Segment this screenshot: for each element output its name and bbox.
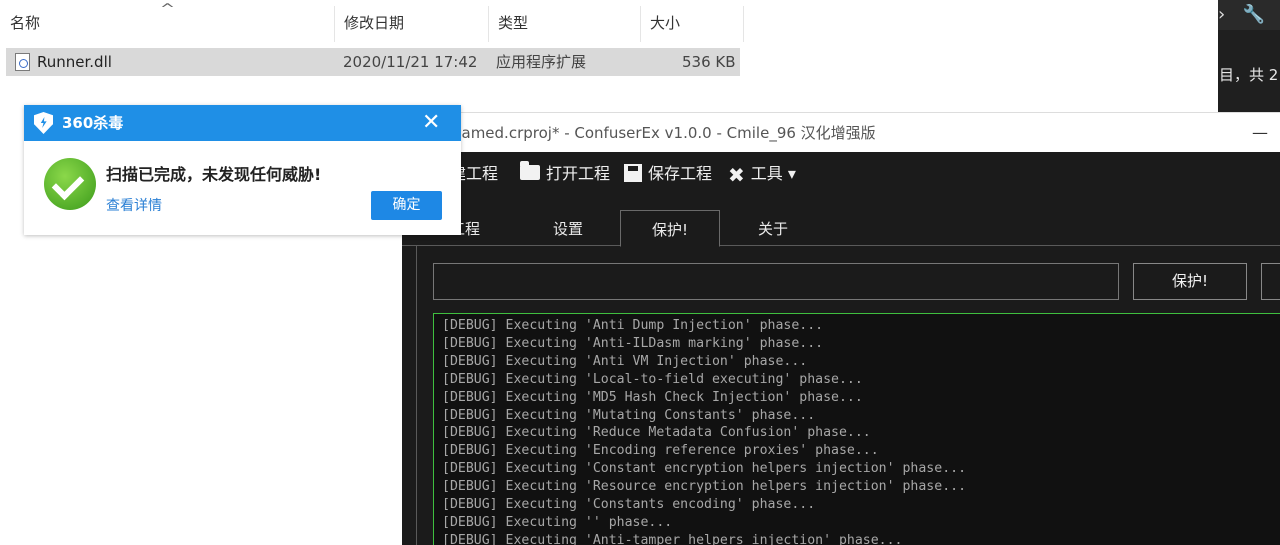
tab-about[interactable]: 关于 [736,210,810,246]
file-name: Runner.dll [37,53,112,71]
tab-protect[interactable]: 保护! [620,210,720,247]
log-line: [DEBUG] Executing 'Resource encryption h… [442,479,967,495]
sort-ascending-icon: ^ [159,2,176,17]
protect-panel: 保护! [DEBUG] Executing 'Anti Dump Injecti… [416,246,1280,545]
cancel-button[interactable] [1261,263,1280,300]
file-type: 应用程序扩展 [496,53,587,71]
log-line: [DEBUG] Executing 'Reduce Metadata Confu… [442,425,871,441]
view-details-link[interactable]: 查看详情 [106,195,162,215]
confuser-window: 建工程 打开工程 保存工程 ✖ 工具 ▾ 工程 设置 保护! 关于 保护! [DE… [402,152,1280,545]
log-line: [DEBUG] Executing 'Anti-ILDasm marking' … [442,335,824,351]
popup-title: 360杀毒 [62,114,124,132]
confuser-window-title: named.crproj* - ConfuserEx v1.0.0 - Cmil… [452,124,876,142]
shield-icon [34,112,53,134]
item-count-text: 目，共 2 [1219,66,1279,84]
log-line: [DEBUG] Executing 'Anti VM Injection' ph… [442,353,808,369]
file-modified: 2020/11/21 17:42 [343,53,478,71]
column-header-name[interactable]: 名称 [0,0,40,44]
popup-header: 360杀毒 ✕ [24,105,461,141]
save-project-label: 保存工程 [648,164,713,183]
log-line: [DEBUG] Executing '' phase... [442,514,673,530]
file-row[interactable]: Runner.dll 2020/11/21 17:42 应用程序扩展 536 K… [6,48,740,76]
column-header-modified[interactable]: 修改日期 [334,0,404,44]
log-line: [DEBUG] Executing 'Encoding reference pr… [442,443,879,459]
screen: 名称 ^ 修改日期 类型 大小 Runner.dll 2020/11/21 17… [0,0,1280,545]
column-separator[interactable] [743,6,744,42]
dll-file-icon [15,53,30,71]
tools-icon: ✖ [728,162,745,187]
open-project-button[interactable]: 打开工程 [520,152,610,198]
success-check-icon [44,158,96,210]
save-project-button[interactable]: 保存工程 [624,152,712,198]
open-project-label: 打开工程 [546,164,611,183]
close-icon[interactable]: ✕ [422,107,440,139]
log-output[interactable]: [DEBUG] Executing 'Anti Dump Injection' … [433,313,1280,545]
log-line: [DEBUG] Executing 'Constants encoding' p… [442,497,816,513]
tools-menu-button[interactable]: ✖ 工具 ▾ [728,152,796,198]
protect-button[interactable]: 保护! [1133,263,1247,300]
confuser-tabs: 工程 设置 保护! 关于 [402,210,1280,247]
background-window-strip: › 🔧 — 目，共 2 [1218,0,1280,112]
tab-settings[interactable]: 设置 [532,210,604,246]
column-header-size[interactable]: 大小 [640,0,680,44]
log-line: [DEBUG] Executing 'Anti-tamper helpers i… [442,532,903,545]
tools-menu-label: 工具 ▾ [750,164,796,183]
file-size: 536 KB [682,53,736,71]
minimize-icon[interactable]: — [1252,123,1268,142]
log-line: [DEBUG] Executing 'MD5 Hash Check Inject… [442,389,863,405]
wrench-icon: › 🔧 — [1218,4,1280,25]
confuser-title-bar[interactable]: named.crproj* - ConfuserEx v1.0.0 - Cmil… [402,112,1280,152]
save-icon [624,163,642,182]
ok-button[interactable]: 确定 [371,191,442,220]
column-header-type[interactable]: 类型 [488,0,528,44]
confuser-toolbar: 建工程 打开工程 保存工程 ✖ 工具 ▾ [402,152,1280,198]
folder-open-icon [520,161,540,180]
scan-result-message: 扫描已完成，未发现任何威胁! [106,165,322,184]
antivirus-popup: 360杀毒 ✕ 扫描已完成，未发现任何威胁! 查看详情 确定 [24,105,461,235]
log-line: [DEBUG] Executing 'Anti Dump Injection' … [442,318,824,333]
background-toolbar: › 🔧 — [1218,0,1280,30]
log-line: [DEBUG] Executing 'Constant encryption h… [442,461,967,477]
progress-field [433,263,1119,300]
log-line: [DEBUG] Executing 'Local-to-field execut… [442,371,863,387]
log-line: [DEBUG] Executing 'Mutating Constants' p… [442,407,816,423]
